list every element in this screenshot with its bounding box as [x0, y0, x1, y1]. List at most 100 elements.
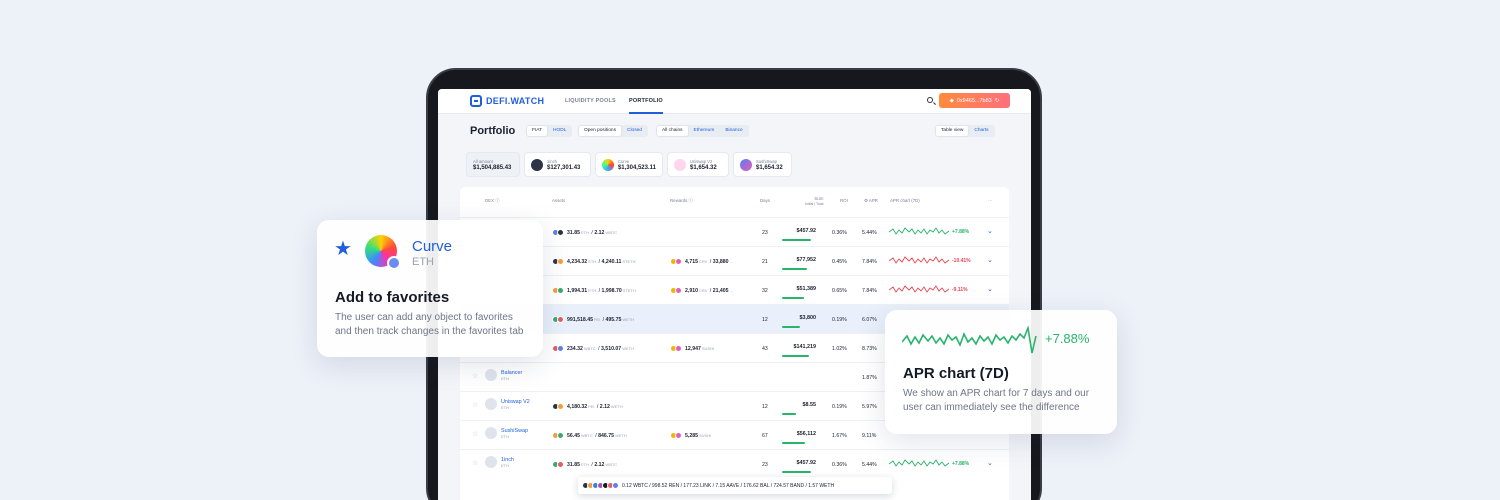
- apr-change: -9.11%: [952, 287, 968, 293]
- table-row[interactable]: ☆ 1inch ETH 31.85 ETH / 2.12 WBTC 23 $457.92 0.3…: [460, 449, 1009, 478]
- sum-cell: $51,389: [782, 276, 818, 305]
- col-rewards[interactable]: Rewards ⓘ: [670, 198, 693, 204]
- summary-card-sushiswap[interactable]: SushiSwap $1,654.32: [733, 152, 792, 177]
- rewards-cell[interactable]: 4,715 CRV / 33,880...: [670, 247, 734, 276]
- tab-binance[interactable]: Binance: [720, 126, 747, 136]
- assets-cell[interactable]: 4,180.32 FEI / 2.12 WETH: [552, 392, 624, 421]
- protocol-name[interactable]: Curve: [412, 238, 452, 255]
- tab-fiat[interactable]: FIAT: [527, 126, 548, 136]
- protocol-cell[interactable]: Balancer ETH: [485, 369, 522, 381]
- protocol-icon: [485, 398, 497, 410]
- favorite-star-icon[interactable]: ☆: [472, 401, 478, 409]
- search-icon[interactable]: [927, 97, 933, 103]
- wallet-button[interactable]: ◆ 0x9465...7b83 ↻: [939, 93, 1010, 108]
- assets-cell[interactable]: 1,994.31 ETH / 1,998.70 STETH: [552, 276, 637, 305]
- token-icons: [552, 258, 564, 265]
- roi-cell: 0.36%: [832, 461, 847, 468]
- token-icons: [552, 403, 564, 410]
- chevron-down-icon[interactable]: ⌄: [987, 459, 993, 467]
- tab-table-view[interactable]: Table view: [936, 126, 969, 136]
- assets-cell[interactable]: 31.85 ETH / 2.12 WBTC: [552, 450, 618, 479]
- token-icons: [552, 432, 564, 439]
- summary-card-curve[interactable]: Curve $1,304,523.11: [595, 152, 663, 177]
- days-cell: 12: [762, 403, 768, 410]
- protocol-cell[interactable]: SushiSwap ETH: [485, 427, 528, 439]
- more-menu-icon[interactable]: ···: [988, 198, 992, 203]
- top-nav: DEFI.WATCH LIQUIDITY POOLS PORTFOLIO ◆ 0…: [438, 89, 1031, 114]
- tab-all-chains[interactable]: All chains: [657, 126, 688, 136]
- apr-card-description: We show an APR chart for 7 days and our …: [903, 388, 1090, 413]
- tab-charts[interactable]: Charts: [969, 126, 993, 136]
- apr-cell: 1.87%: [862, 374, 877, 381]
- token-icons: [552, 316, 564, 323]
- col-roi[interactable]: ROI: [840, 198, 848, 203]
- protocol-cell[interactable]: 1inch ETH: [485, 456, 514, 468]
- refresh-icon: ↻: [994, 97, 1000, 104]
- roi-cell: 0.65%: [832, 287, 847, 294]
- col-assets[interactable]: Assets: [552, 198, 565, 203]
- summary-card-uniswap[interactable]: Uniswap V2 $1,654.32: [667, 152, 729, 177]
- assets-cell[interactable]: 4,234.32 ETH / 4,240.11 STETH: [552, 247, 637, 276]
- favorites-card: ★ Curve ETH Add to favorites The user ca…: [317, 220, 543, 357]
- rewards-cell[interactable]: 2,910 CRV / 21,405...: [670, 276, 734, 305]
- assets-tooltip: 0.12 WBTC / 998.52 REN / 177.23 LINK / 7…: [578, 477, 892, 494]
- logo-text: DEFI.WATCH: [486, 96, 545, 106]
- assets-cell[interactable]: 56.45 WBTC / 846.75 WETH: [552, 421, 628, 450]
- col-dex[interactable]: DEX ⓘ: [485, 198, 500, 204]
- summary-card-all[interactable]: All amount $1,504,885.43: [466, 152, 520, 177]
- reward-token-icons: [670, 258, 682, 265]
- favorite-star-icon[interactable]: ☆: [472, 459, 478, 467]
- chevron-down-icon[interactable]: ⌄: [987, 227, 993, 235]
- star-icon[interactable]: ★: [334, 236, 352, 261]
- tab-open-positions[interactable]: Open positions: [579, 126, 621, 136]
- protocol-icon: [485, 369, 497, 381]
- rewards-cell[interactable]: 5,285 SUSHI: [670, 421, 712, 450]
- sum-cell: $77,952: [782, 247, 818, 276]
- tab-ethereum[interactable]: Ethereum: [689, 126, 720, 136]
- position-status-toggle: Open positions Closed: [578, 125, 648, 137]
- assets-cell[interactable]: 991,518.45 FEI / 495.75 WETH: [552, 305, 635, 334]
- col-apr[interactable]: ⚙ APR: [864, 198, 878, 204]
- days-cell: 32: [762, 287, 768, 294]
- nav-liquidity-pools[interactable]: LIQUIDITY POOLS: [565, 98, 616, 104]
- logo[interactable]: DEFI.WATCH: [470, 95, 544, 107]
- roi-cell: 0.36%: [832, 229, 847, 236]
- nav-portfolio[interactable]: PORTFOLIO: [629, 98, 663, 114]
- rewards-cell[interactable]: 12,947 SUSHI: [670, 334, 715, 363]
- apr-change: +7.88%: [952, 229, 970, 235]
- summary-card-1inch[interactable]: 1inch $127,301.43: [524, 152, 591, 177]
- apr-chart-card: +7.88% APR chart (7D) We show an APR cha…: [885, 310, 1117, 434]
- apr-cell: 5.44%: [862, 461, 877, 468]
- apr-cell: 6.07%: [862, 316, 877, 323]
- tab-closed[interactable]: Closed: [622, 126, 647, 136]
- assets-cell[interactable]: 31.85 ETH / 2.12 WBTC: [552, 218, 618, 247]
- apr-cell: 9.11%: [862, 432, 877, 439]
- favorite-star-icon[interactable]: ☆: [472, 372, 478, 380]
- days-cell: 12: [762, 316, 768, 323]
- sum-bar: [782, 239, 811, 241]
- col-apr-chart: APR chart (7D): [890, 198, 920, 203]
- summary-value: $1,304,523.11: [617, 164, 656, 171]
- chevron-down-icon[interactable]: ⌄: [987, 256, 993, 264]
- apr-cell: 8.73%: [862, 345, 877, 352]
- col-days[interactable]: Days: [760, 198, 770, 203]
- assets-cell[interactable]: 234.32 WBTC / 3,510.07 WETH: [552, 334, 635, 363]
- col-sum[interactable]: Sum Initial | Total: [805, 196, 823, 206]
- apr-sparkline: [889, 285, 949, 293]
- apr-sparkline: [889, 459, 949, 467]
- sum-bar: [782, 442, 805, 444]
- days-cell: 21: [762, 258, 768, 265]
- apr-cell: 5.97%: [862, 403, 877, 410]
- roi-cell: 0.19%: [832, 316, 847, 323]
- token-icons: [552, 461, 564, 468]
- logo-icon: [470, 95, 482, 107]
- tab-hodl[interactable]: HODL: [548, 126, 571, 136]
- protocol-cell[interactable]: Uniswap V2 ETH: [485, 398, 530, 410]
- chevron-down-icon[interactable]: ⌄: [987, 285, 993, 293]
- days-cell: 67: [762, 432, 768, 439]
- roi-cell: 1.67%: [832, 432, 847, 439]
- favorites-title: Add to favorites: [335, 289, 450, 306]
- apr-change: +7.88%: [952, 461, 970, 467]
- summary-value: $1,504,885.43: [473, 164, 512, 171]
- favorite-star-icon[interactable]: ☆: [472, 430, 478, 438]
